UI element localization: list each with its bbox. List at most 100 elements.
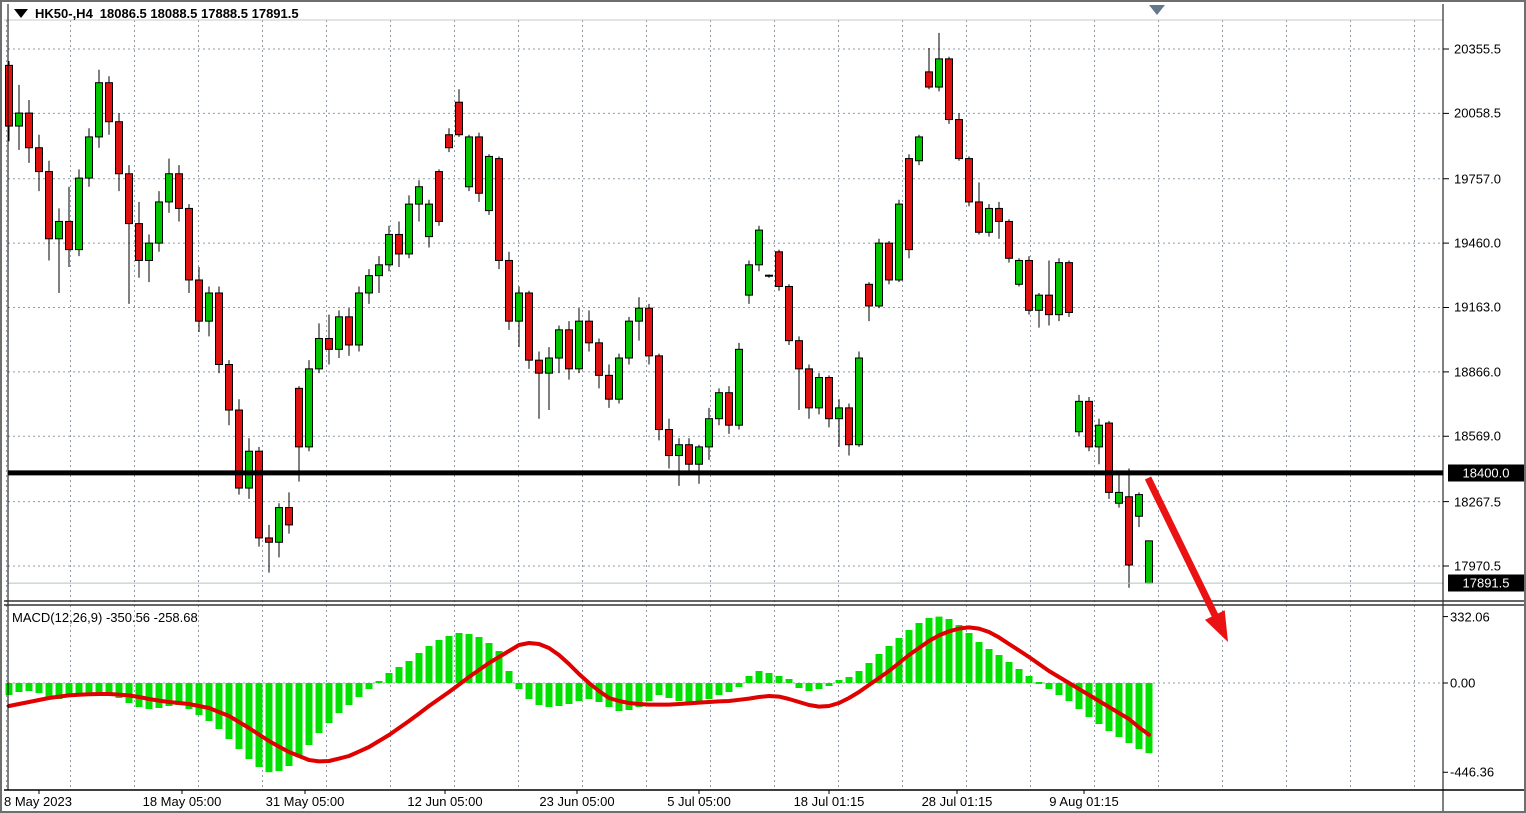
price-axis-label: 19163.0 — [1454, 300, 1501, 315]
candle-body — [916, 137, 923, 161]
macd-histogram-bar — [396, 667, 403, 683]
candle-body — [76, 178, 83, 250]
candle-body — [416, 187, 423, 204]
macd-histogram-bar — [456, 633, 463, 683]
macd-histogram-bar — [996, 655, 1003, 683]
candle-body — [886, 243, 893, 280]
macd-histogram-bar — [1026, 676, 1033, 683]
macd-histogram-bar — [1126, 683, 1133, 743]
macd-histogram-bar — [6, 683, 13, 695]
macd-histogram-bar — [916, 623, 923, 683]
candle-body — [636, 308, 643, 321]
macd-histogram-bar — [146, 683, 153, 709]
macd-histogram-bar — [376, 681, 383, 683]
candle-body — [56, 221, 63, 238]
macd-histogram-bar — [1146, 683, 1153, 753]
time-axis-label: 8 May 2023 — [4, 794, 72, 809]
macd-histogram-bar — [696, 683, 703, 702]
candle-body — [546, 358, 553, 373]
macd-histogram-bar — [626, 683, 633, 710]
candle-body — [246, 451, 253, 488]
macd-histogram-bar — [826, 683, 833, 686]
candle-body — [456, 102, 463, 135]
candle-body — [306, 369, 313, 447]
macd-histogram-bar — [546, 683, 553, 707]
macd-histogram-bar — [976, 642, 983, 683]
chart-canvas[interactable] — [2, 2, 1526, 813]
candle-body — [446, 135, 453, 148]
chart-lines — [8, 473, 1443, 583]
candle-body — [866, 284, 873, 306]
macd-histogram-bar — [336, 683, 343, 713]
candle-body — [136, 224, 143, 261]
candle-body — [346, 317, 353, 345]
candle-body — [756, 230, 763, 265]
candle-body — [296, 388, 303, 447]
candle-body — [536, 360, 543, 373]
candle-body — [666, 430, 673, 456]
candle-body — [196, 280, 203, 321]
candle-body — [876, 243, 883, 306]
ohlc-values: 18086.5 18088.5 17888.5 17891.5 — [100, 6, 299, 21]
macd-histogram-bar — [926, 618, 933, 683]
candle-body — [556, 330, 563, 358]
macd-histogram-bar — [616, 683, 623, 711]
candle-body — [146, 243, 153, 260]
macd-histogram-bar — [96, 683, 103, 692]
candle-body — [436, 172, 443, 222]
candle-body — [36, 148, 43, 172]
candle-body — [576, 321, 583, 369]
macd-histogram-bar — [736, 683, 743, 687]
candle-body — [156, 202, 163, 243]
candle-body — [686, 445, 693, 465]
candle-body — [106, 83, 113, 122]
price-axis-label: 19460.0 — [1454, 236, 1501, 251]
candle-body — [466, 137, 473, 187]
macd-indicator-label: MACD(12,26,9) -350.56 -258.68 — [12, 610, 198, 625]
macd-histogram-bar — [386, 673, 393, 683]
time-axis-label: 12 Jun 05:00 — [407, 794, 482, 809]
candle-body — [236, 410, 243, 488]
candle-body — [376, 265, 383, 276]
macd-plot — [6, 617, 1153, 773]
macd-histogram-bar — [666, 683, 673, 698]
symbol-period-label: HK50-,H4 — [35, 6, 93, 21]
candle-body — [586, 321, 593, 343]
candle-body — [486, 156, 493, 210]
macd-axis-label: -446.36 — [1450, 765, 1494, 780]
candle-body — [166, 174, 173, 202]
candle-body — [786, 286, 793, 340]
macd-histogram-bar — [986, 649, 993, 683]
macd-histogram-bar — [866, 663, 873, 683]
candle-body — [1086, 401, 1093, 447]
trend-arrow-head — [1205, 610, 1228, 642]
macd-histogram-bar — [1136, 683, 1143, 749]
candle-body — [406, 204, 413, 254]
candle-body — [646, 308, 653, 356]
candle-body — [936, 59, 943, 87]
macd-histogram-bar — [406, 661, 413, 683]
candle-body — [846, 408, 853, 445]
candle-body — [86, 137, 93, 178]
price-axis-label: 17970.5 — [1454, 558, 1501, 573]
macd-histogram-bar — [256, 683, 263, 767]
candle-body — [716, 393, 723, 419]
candle-body — [1066, 263, 1073, 313]
candle-body — [1006, 221, 1013, 258]
symbol-dropdown-icon[interactable] — [14, 9, 28, 18]
price-axis-label: 20355.5 — [1454, 42, 1501, 57]
candle-body — [816, 378, 823, 408]
macd-histogram-bar — [756, 671, 763, 683]
macd-histogram-bar — [946, 619, 953, 683]
price-axis-label: 20058.5 — [1454, 106, 1501, 121]
candle-body — [386, 234, 393, 264]
chart-window: HK50-,H4 18086.5 18088.5 17888.5 17891.5… — [0, 0, 1526, 813]
macd-histogram-bar — [356, 683, 363, 697]
candle-body — [566, 330, 573, 369]
macd-histogram-bar — [776, 676, 783, 683]
macd-histogram-bar — [426, 646, 433, 683]
macd-histogram-bar — [806, 683, 813, 691]
annotations — [1148, 5, 1228, 642]
candle-body — [6, 65, 13, 126]
level-price-badge: 18400.0 — [1448, 464, 1524, 481]
